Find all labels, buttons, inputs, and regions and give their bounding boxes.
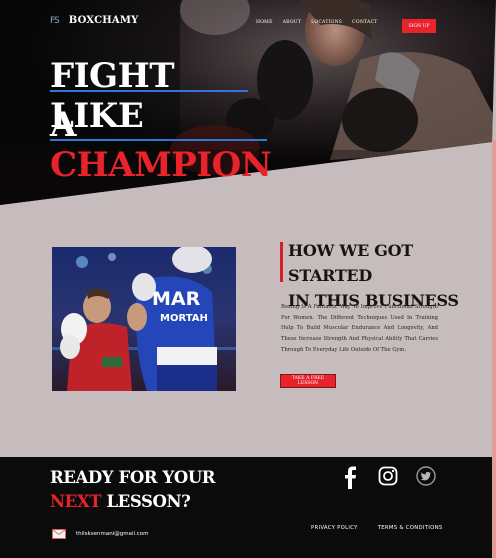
- boxing-match-photo: MAR MORTAH: [52, 247, 236, 391]
- footer-cta-line-1: READY FOR YOUR: [50, 468, 216, 487]
- footer-cta-heading: READY FOR YOUR NEXT LESSON?: [50, 466, 216, 514]
- photo-jersey-text-1: MAR: [152, 288, 201, 310]
- hero-line-1: FIGHT LIKE: [50, 56, 248, 136]
- photo-jersey-text-2: MORTAH: [160, 313, 208, 324]
- about-title-line-1: HOW WE GOT STARTED: [288, 241, 413, 285]
- instagram-icon[interactable]: [378, 466, 398, 486]
- twitter-icon[interactable]: [416, 466, 436, 486]
- logo-mark: FS: [50, 15, 60, 26]
- right-accent-edge: [492, 140, 496, 558]
- hero-headline: FIGHT LIKE A CHAMPION: [50, 56, 272, 185]
- main-nav: HOME ABOUT LOCATIONS CONTACT: [256, 20, 378, 25]
- brand-logo[interactable]: FS BOXCHAMY: [50, 15, 138, 26]
- signup-button[interactable]: SIGN UP: [402, 19, 436, 33]
- terms-conditions-link[interactable]: TERMS & CONDITIONS: [378, 525, 443, 531]
- envelope-icon: [52, 524, 66, 543]
- hero-section: FS BOXCHAMY HOME ABOUT LOCATIONS CONTACT…: [0, 0, 496, 205]
- about-body-text: Boxing Is A Fantastic Way To Improve Fun…: [281, 304, 438, 353]
- logo-name: BOXCHAMY: [68, 15, 139, 26]
- free-lesson-button[interactable]: TAKE A FREE LESSON: [280, 374, 336, 388]
- footer-cta-red-word: NEXT: [50, 492, 102, 511]
- footer-cta-line-2: NEXT LESSON?: [50, 490, 215, 514]
- nav-home[interactable]: HOME: [256, 20, 273, 25]
- privacy-policy-link[interactable]: PRIVACY POLICY: [311, 525, 358, 531]
- hero-line-2-red: CHAMPION: [50, 145, 272, 185]
- footer-email-link[interactable]: thilsksenmani@gmail.com: [76, 531, 149, 537]
- facebook-icon[interactable]: [341, 466, 361, 490]
- nav-about[interactable]: ABOUT: [283, 20, 301, 25]
- hero-line-2-white: A: [50, 105, 76, 145]
- about-title-accent: [280, 242, 283, 282]
- nav-contact[interactable]: CONTACT: [352, 20, 377, 25]
- footer-email-row: thilsksenmani@gmail.com: [52, 524, 149, 543]
- footer-links: PRIVACY POLICY TERMS & CONDITIONS: [311, 525, 443, 531]
- boxing-photo-image: MAR MORTAH: [52, 247, 236, 391]
- nav-locations[interactable]: LOCATIONS: [311, 20, 342, 25]
- footer-cta-rest: LESSON?: [101, 492, 191, 511]
